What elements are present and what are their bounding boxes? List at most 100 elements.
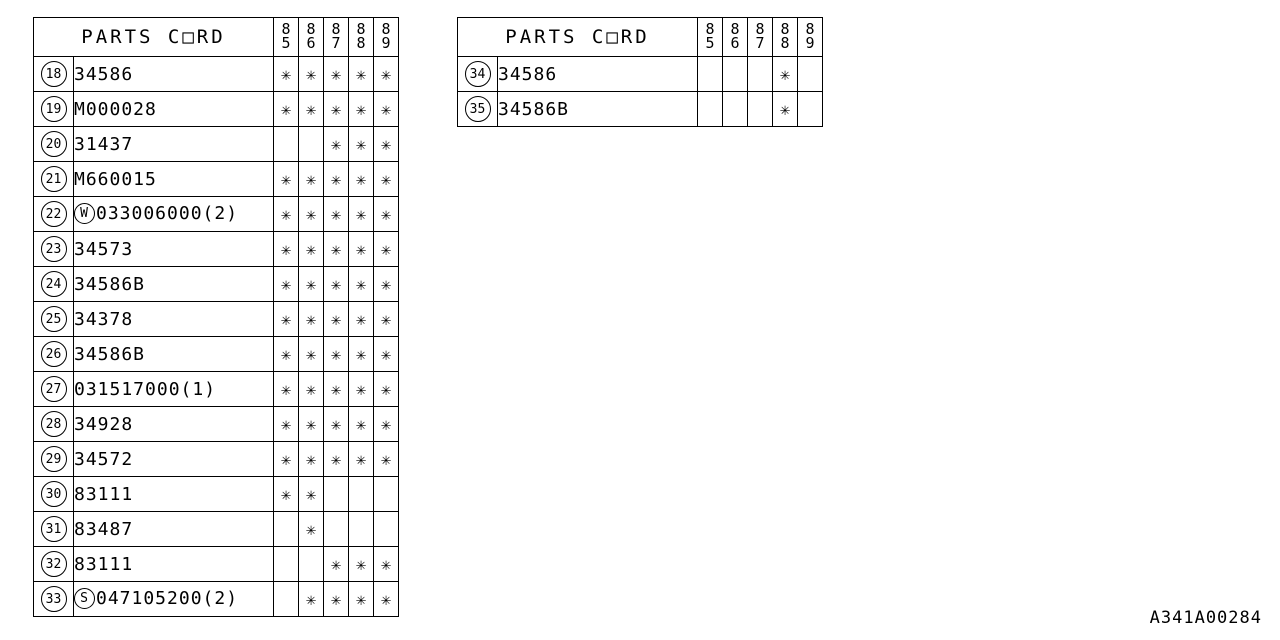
year-mark-cell-filled: ✳ <box>273 161 299 197</box>
asterisk-mark-icon: ✳ <box>380 309 392 330</box>
year-mark-cell-filled: ✳ <box>373 91 399 127</box>
asterisk-mark-icon: ✳ <box>280 64 292 85</box>
circled-index-number: 33 <box>40 586 67 612</box>
year-mark-cell-empty <box>298 546 324 582</box>
asterisk-mark-icon: ✳ <box>779 99 791 120</box>
year-digit-bot: 5 <box>281 34 291 52</box>
table-row: 35 34586B ✳ <box>457 91 823 127</box>
circled-index-number: 29 <box>40 446 67 472</box>
year-mark-cell-filled: ✳ <box>273 441 299 477</box>
asterisk-mark-icon: ✳ <box>305 239 317 260</box>
year-mark-cell-filled: ✳ <box>323 301 349 337</box>
year-mark-cell-filled: ✳ <box>348 91 374 127</box>
part-number-cell: S 047105200(2) <box>73 581 274 617</box>
circled-index-number: 25 <box>40 306 67 332</box>
year-mark-cell-filled: ✳ <box>323 126 349 162</box>
asterisk-mark-icon: ✳ <box>380 204 392 225</box>
part-number-text: 31437 <box>74 133 134 155</box>
asterisk-mark-icon: ✳ <box>330 554 342 575</box>
year-digit-bot: 6 <box>730 34 740 52</box>
row-index-cell: 24 <box>33 266 74 302</box>
year-mark-cell-filled: ✳ <box>323 581 349 617</box>
part-number-cell: 34572 <box>73 441 274 477</box>
asterisk-mark-icon: ✳ <box>380 379 392 400</box>
circled-index-number: 21 <box>40 166 67 192</box>
header-row: PARTS C□RD 8 5 8 6 8 7 8 8 8 9 <box>457 17 823 57</box>
year-mark-cell-filled: ✳ <box>298 301 324 337</box>
year-mark-cell-filled: ✳ <box>348 266 374 302</box>
part-number-cell: 83111 <box>73 476 274 512</box>
part-number-cell: 34586B <box>73 266 274 302</box>
year-column-header: 8 7 <box>323 17 349 57</box>
year-column-header: 8 9 <box>373 17 399 57</box>
year-mark-cell-filled: ✳ <box>273 266 299 302</box>
year-mark-cell-filled: ✳ <box>373 371 399 407</box>
circled-index-number: 24 <box>40 271 67 297</box>
row-index-cell: 32 <box>33 546 74 582</box>
parts-card-table-left: PARTS C□RD 8 5 8 6 8 7 8 8 8 9 18 34586 … <box>33 17 399 617</box>
part-number-text: 34573 <box>74 238 134 260</box>
asterisk-mark-icon: ✳ <box>330 134 342 155</box>
part-number-cell: M660015 <box>73 161 274 197</box>
asterisk-mark-icon: ✳ <box>305 519 317 540</box>
year-mark-cell-filled: ✳ <box>273 56 299 92</box>
asterisk-mark-icon: ✳ <box>280 414 292 435</box>
table-row: 28 34928 ✳ ✳ ✳ ✳ ✳ <box>33 406 399 442</box>
year-digit-bot: 7 <box>331 34 341 52</box>
year-label: 8 7 <box>748 22 772 51</box>
parts-card-table-right: PARTS C□RD 8 5 8 6 8 7 8 8 8 9 34 34586 … <box>457 17 823 127</box>
year-mark-cell-filled: ✳ <box>323 546 349 582</box>
year-digit-bot: 8 <box>356 34 366 52</box>
asterisk-mark-icon: ✳ <box>305 449 317 470</box>
year-mark-cell-filled: ✳ <box>273 406 299 442</box>
year-digit-bot: 9 <box>805 34 815 52</box>
asterisk-mark-icon: ✳ <box>280 484 292 505</box>
asterisk-mark-icon: ✳ <box>355 64 367 85</box>
table-row: 18 34586 ✳ ✳ ✳ ✳ ✳ <box>33 56 399 92</box>
year-mark-cell-filled: ✳ <box>323 91 349 127</box>
year-mark-cell-filled: ✳ <box>323 56 349 92</box>
asterisk-mark-icon: ✳ <box>355 239 367 260</box>
part-number-text: M000028 <box>74 98 157 120</box>
year-column-header: 8 6 <box>722 17 748 57</box>
year-mark-cell-empty <box>722 91 748 127</box>
year-mark-cell-filled: ✳ <box>298 266 324 302</box>
year-mark-cell-filled: ✳ <box>373 56 399 92</box>
circled-index-number: 22 <box>40 201 67 227</box>
asterisk-mark-icon: ✳ <box>330 309 342 330</box>
year-digit-bot: 8 <box>780 34 790 52</box>
year-mark-cell-filled: ✳ <box>298 371 324 407</box>
asterisk-mark-icon: ✳ <box>280 239 292 260</box>
table-header-right: PARTS C□RD 8 5 8 6 8 7 8 8 8 9 <box>457 17 823 57</box>
circled-index-number: 32 <box>40 551 67 577</box>
asterisk-mark-icon: ✳ <box>305 274 317 295</box>
part-number-cell: 34378 <box>73 301 274 337</box>
circled-index-number: 31 <box>40 516 67 542</box>
circled-index-number: 34 <box>464 61 491 87</box>
asterisk-mark-icon: ✳ <box>280 379 292 400</box>
asterisk-mark-icon: ✳ <box>355 309 367 330</box>
row-index-cell: 27 <box>33 371 74 407</box>
asterisk-mark-icon: ✳ <box>330 274 342 295</box>
year-column-header: 8 6 <box>298 17 324 57</box>
year-mark-cell-filled: ✳ <box>298 406 324 442</box>
asterisk-mark-icon: ✳ <box>330 64 342 85</box>
year-label: 8 8 <box>349 22 373 52</box>
year-mark-cell-empty <box>323 511 349 547</box>
part-number-cell: 83111 <box>73 546 274 582</box>
part-number-cell: 34586 <box>73 56 274 92</box>
circled-index-number: 30 <box>40 481 67 507</box>
asterisk-mark-icon: ✳ <box>330 239 342 260</box>
asterisk-mark-icon: ✳ <box>380 169 392 190</box>
asterisk-mark-icon: ✳ <box>355 344 367 365</box>
table-body-right: 34 34586 ✳ 35 34586B ✳ <box>457 56 823 127</box>
table-row: 22 W 033006000(2) ✳ ✳ ✳ ✳ ✳ <box>33 196 399 232</box>
table-header-left: PARTS C□RD 8 5 8 6 8 7 8 8 8 9 <box>33 17 399 57</box>
asterisk-mark-icon: ✳ <box>380 274 392 295</box>
year-mark-cell-filled: ✳ <box>323 231 349 267</box>
part-number-text: 047105200(2) <box>96 588 239 610</box>
part-number-cell: 34586B <box>497 91 698 127</box>
part-number-text: 34586 <box>74 63 134 85</box>
asterisk-mark-icon: ✳ <box>280 344 292 365</box>
table-row: 27 031517000(1) ✳ ✳ ✳ ✳ ✳ <box>33 371 399 407</box>
